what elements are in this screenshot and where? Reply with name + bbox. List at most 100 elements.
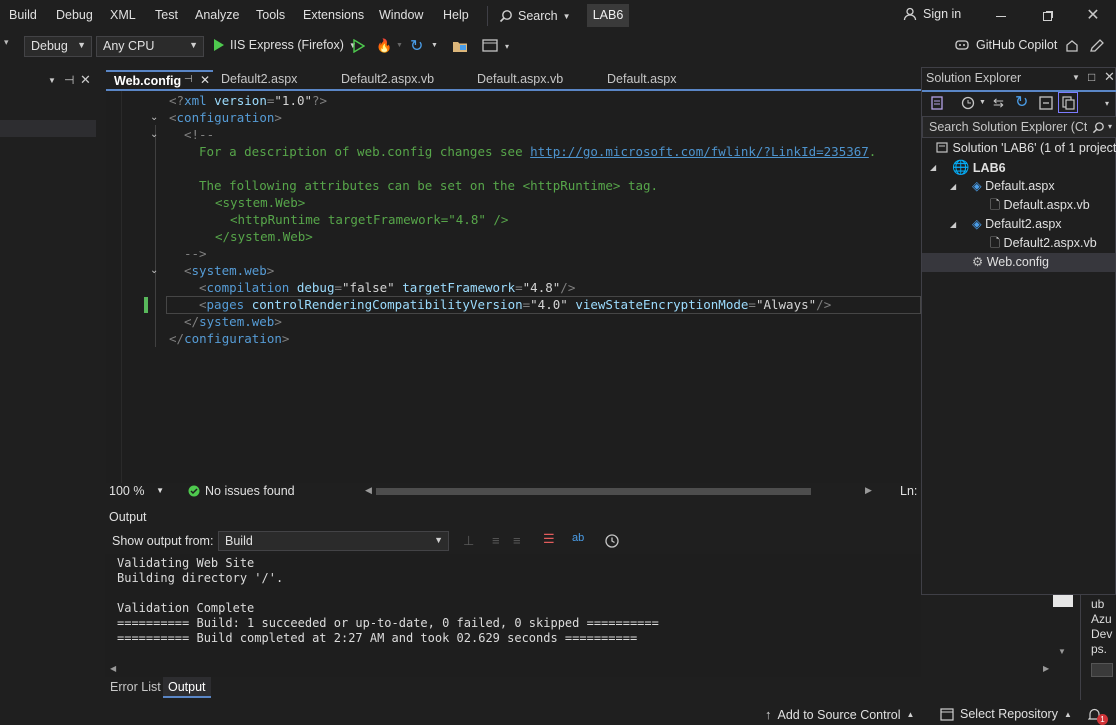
- partial-button[interactable]: [1091, 663, 1113, 677]
- scroll-right-icon[interactable]: ▶: [865, 485, 872, 496]
- platform-value: Any CPU: [103, 39, 155, 53]
- tab-default-aspx-vb[interactable]: Default.aspx.vb: [469, 70, 599, 91]
- scroll-left-icon[interactable]: ◀: [110, 664, 116, 673]
- toolbar-options-icon[interactable]: ▾: [505, 42, 509, 51]
- expand-arrow-icon[interactable]: ◢: [950, 220, 956, 229]
- tab-default2-aspx[interactable]: Default2.aspx: [213, 70, 333, 91]
- menu-window[interactable]: Window: [379, 8, 423, 22]
- scroll-down-icon[interactable]: ▼: [1058, 647, 1066, 656]
- sign-in-button[interactable]: Sign in: [903, 7, 961, 21]
- issues-label: No issues found: [205, 484, 295, 498]
- tree-solution[interactable]: Solution 'LAB6' (1 of 1 project): [936, 139, 1116, 158]
- vertical-scrollbar-thumb[interactable]: [1053, 595, 1073, 607]
- menu-tools[interactable]: Tools: [256, 8, 285, 22]
- search-button[interactable]: Search ▼: [499, 7, 571, 25]
- scroll-right-icon[interactable]: ▶: [1043, 664, 1049, 673]
- menu-test[interactable]: Test: [155, 8, 178, 22]
- pending-changes-icon[interactable]: [961, 96, 975, 110]
- window-layout-icon[interactable]: [482, 39, 498, 53]
- tree-item-default-aspx-vb[interactable]: 🗋 Default.aspx.vb: [990, 196, 1090, 215]
- expand-arrow-icon[interactable]: ◢: [950, 182, 956, 191]
- output-line: Validation Complete: [117, 601, 255, 615]
- changed-line-indicator: [144, 297, 148, 313]
- github-copilot-button[interactable]: GitHub Copilot: [954, 38, 1057, 52]
- feedback-icon[interactable]: [1090, 39, 1104, 53]
- collapse-all-icon[interactable]: [1039, 96, 1053, 110]
- start-debugging-button[interactable]: IIS Express (Firefox) ▼: [213, 38, 357, 52]
- tab-output[interactable]: Output: [163, 677, 211, 698]
- output-source-dropdown[interactable]: Build ▼: [218, 531, 449, 551]
- clock-icon[interactable]: [605, 534, 619, 548]
- previous-message-icon[interactable]: ≡: [492, 533, 500, 548]
- pin-icon[interactable]: ⊣: [184, 74, 193, 85]
- tab-web-config[interactable]: Web.config ⊣ ✕: [106, 70, 213, 91]
- play-icon: [214, 39, 224, 51]
- notifications-button[interactable]: 1: [1088, 707, 1112, 725]
- word-wrap-icon[interactable]: ab: [572, 532, 584, 544]
- refresh-icon[interactable]: ↻: [1015, 92, 1028, 112]
- clear-all-icon[interactable]: ☰: [543, 531, 555, 547]
- tab-error-list[interactable]: Error List: [110, 680, 161, 694]
- switch-views-icon[interactable]: [930, 96, 944, 110]
- tree-item-web-config[interactable]: ⚙ Web.config: [972, 253, 1049, 272]
- hot-reload-icon[interactable]: 🔥: [376, 38, 392, 54]
- status-bar: ↑ Add to Source Control ▲ Select Reposit…: [0, 705, 1116, 725]
- find-message-icon[interactable]: ⊥: [463, 533, 474, 549]
- repository-label: Select Repository: [960, 707, 1058, 721]
- start-without-debugging-icon[interactable]: [353, 39, 365, 53]
- menu-extensions[interactable]: Extensions: [303, 8, 364, 22]
- select-repository-button[interactable]: Select Repository ▲: [940, 707, 1072, 721]
- folder-icon[interactable]: [452, 39, 468, 53]
- tab-default-aspx[interactable]: Default.aspx: [599, 70, 719, 91]
- refresh-icon[interactable]: ↻: [410, 36, 423, 56]
- platform-dropdown[interactable]: Any CPU ▼: [96, 36, 204, 57]
- zoom-dropdown[interactable]: 100 % ▼: [106, 483, 166, 500]
- maximize-icon[interactable]: □: [1088, 70, 1095, 84]
- collapse-icon[interactable]: ⌄: [150, 265, 158, 276]
- solution-search-input[interactable]: Search Solution Explorer (Ctrl ▾: [922, 116, 1116, 138]
- issues-indicator[interactable]: No issues found: [188, 484, 295, 498]
- more-options-icon[interactable]: ▾: [1105, 99, 1109, 108]
- expand-arrow-icon[interactable]: ◢: [930, 163, 936, 172]
- tree-item-default2-aspx[interactable]: ◈ Default2.aspx: [972, 215, 1062, 234]
- left-tool-window: ▼ ⊣ ✕: [0, 70, 96, 710]
- scroll-left-icon[interactable]: ◀: [365, 485, 372, 496]
- collapse-icon[interactable]: ⌄: [150, 112, 158, 123]
- collapse-icon[interactable]: ⌄: [150, 129, 158, 140]
- line-indicator[interactable]: Ln: 1: [900, 484, 921, 498]
- menu-help[interactable]: Help: [443, 8, 469, 22]
- output-line: ========== Build: 1 succeeded or up-to-d…: [117, 616, 659, 630]
- menu-xml[interactable]: XML: [110, 8, 136, 22]
- window-position-icon[interactable]: ▼: [1072, 73, 1080, 82]
- horizontal-scrollbar-thumb[interactable]: [376, 488, 811, 495]
- close-window-icon[interactable]: ✕: [1082, 5, 1104, 25]
- tab-default2-aspx-vb[interactable]: Default2.aspx.vb: [333, 70, 469, 91]
- fwlink-link[interactable]: http://go.microsoft.com/fwlink/?LinkId=2…: [530, 144, 869, 159]
- share-icon[interactable]: [1065, 39, 1079, 53]
- menu-analyze[interactable]: Analyze: [195, 8, 239, 22]
- pin-icon[interactable]: ⊣: [64, 73, 74, 87]
- solution-name-badge[interactable]: LAB6: [587, 4, 629, 27]
- copilot-label: GitHub Copilot: [976, 38, 1058, 52]
- tree-item-default2-aspx-vb[interactable]: 🗋 Default2.aspx.vb: [990, 234, 1097, 253]
- close-icon[interactable]: ✕: [80, 72, 91, 88]
- tree-item-default-aspx[interactable]: ◈ Default.aspx: [972, 177, 1055, 196]
- show-all-files-button[interactable]: [1058, 92, 1078, 113]
- configuration-dropdown[interactable]: Debug ▼: [24, 36, 92, 57]
- close-tab-icon[interactable]: ✕: [200, 73, 210, 87]
- tree-item-label: Default.aspx.vb: [1003, 198, 1090, 212]
- tree-project[interactable]: 🌐 LAB6: [952, 158, 1006, 177]
- minimize-icon[interactable]: [990, 6, 1012, 26]
- restore-icon[interactable]: [1036, 6, 1058, 26]
- sync-icon[interactable]: ⇆: [993, 95, 1004, 111]
- menu-build[interactable]: Build: [9, 8, 37, 22]
- add-to-source-control-button[interactable]: ↑ Add to Source Control ▲: [765, 707, 914, 722]
- next-message-icon[interactable]: ≡: [513, 533, 521, 548]
- selected-row[interactable]: [0, 120, 96, 137]
- menu-debug[interactable]: Debug: [56, 8, 93, 22]
- chevron-down-icon: ▼: [156, 486, 164, 495]
- toolbar-overflow-icon[interactable]: ▾: [4, 37, 9, 48]
- standard-toolbar: ▾ Debug ▼ Any CPU ▼ IIS Express (Firefox) …: [0, 32, 1116, 61]
- close-icon[interactable]: ✕: [1104, 69, 1115, 85]
- window-position-icon[interactable]: ▼: [48, 76, 56, 85]
